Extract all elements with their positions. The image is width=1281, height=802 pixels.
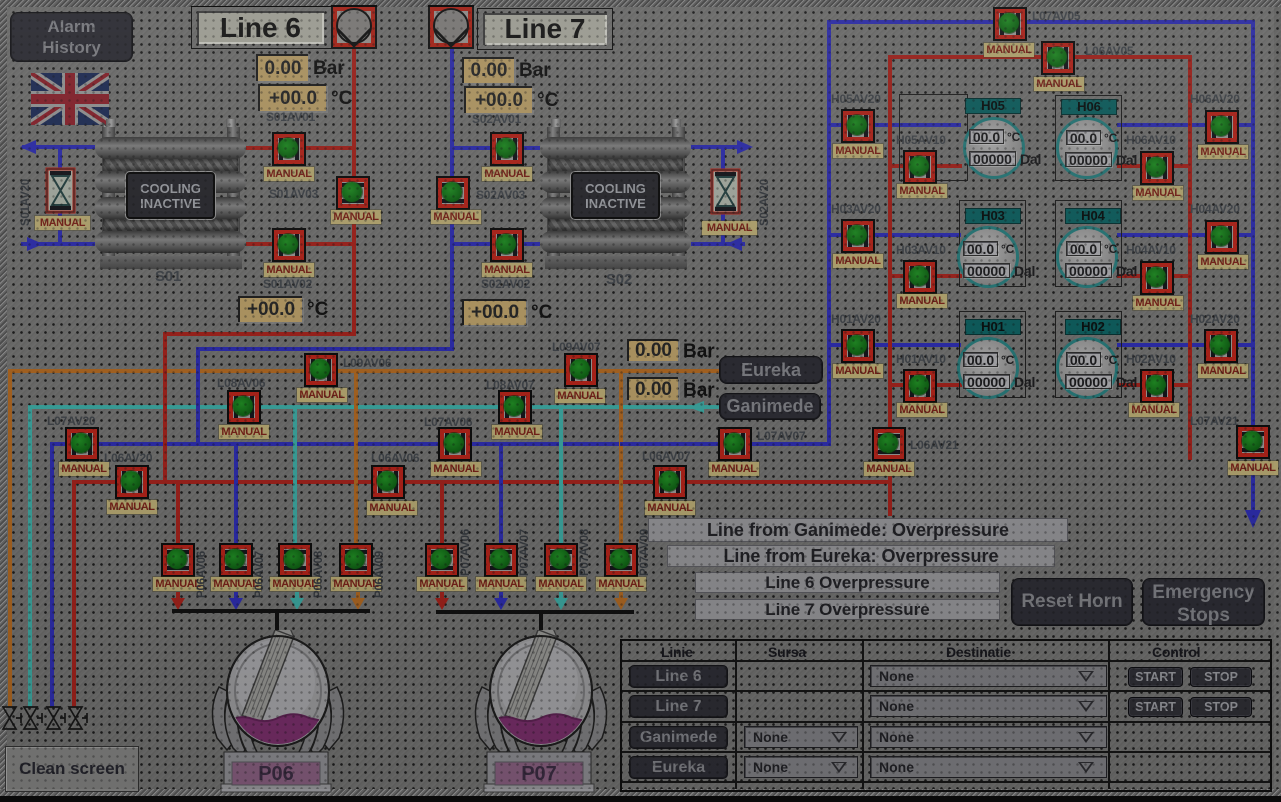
svg-text:P06: P06 bbox=[258, 763, 294, 785]
svg-text:P07: P07 bbox=[521, 763, 557, 785]
